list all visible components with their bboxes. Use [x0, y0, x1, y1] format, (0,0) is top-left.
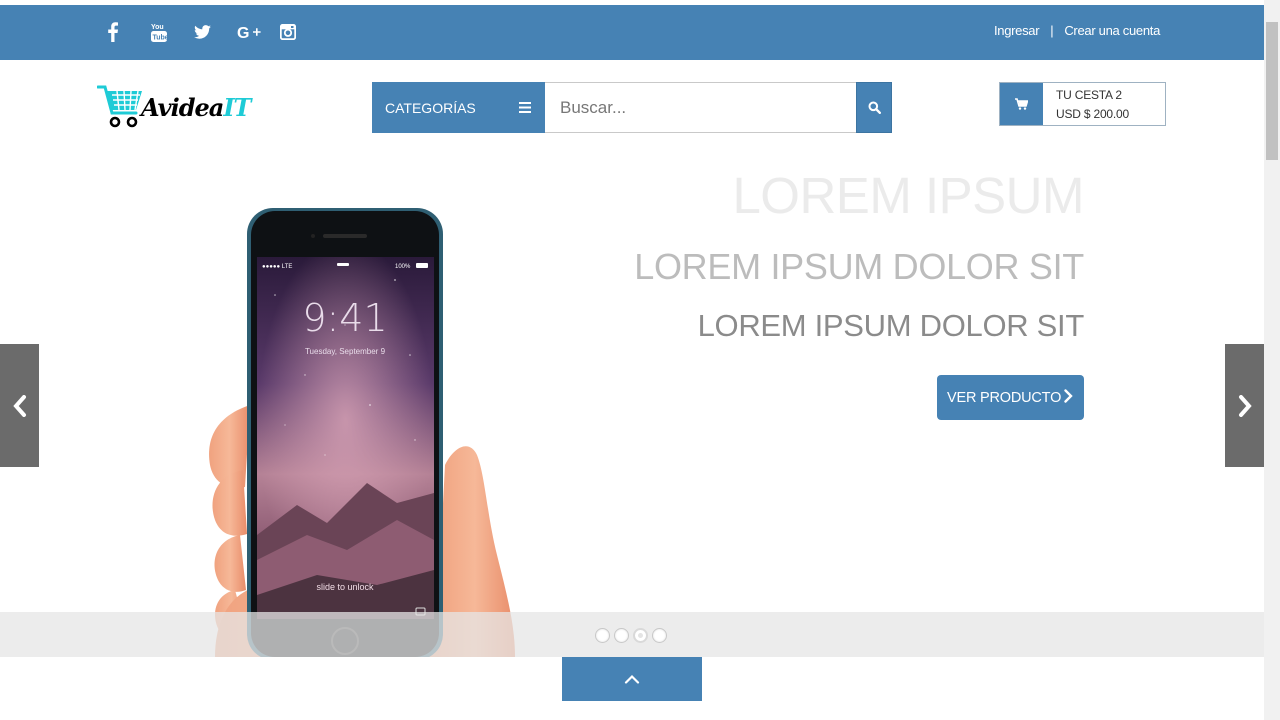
phone-time: 9:41	[302, 296, 387, 340]
slider-dot[interactable]	[614, 628, 629, 643]
chevron-up-icon	[624, 674, 640, 684]
page: You Tube G Ingresar | Crear una cuenta A…	[0, 0, 1280, 720]
phone-status-right: 100%	[395, 264, 411, 270]
search-input[interactable]	[545, 82, 856, 133]
menu-icon	[519, 102, 531, 113]
back-to-top-button[interactable]	[562, 657, 702, 701]
search-bar: CATEGORÍAS	[372, 82, 892, 133]
cta-label: VER PRODUCTO	[947, 389, 1062, 406]
slider-dot[interactable]	[595, 628, 610, 643]
top-bar: You Tube G Ingresar | Crear una cuenta	[0, 5, 1264, 60]
hero-phone-image: ●●●●● LTE 100% 9:41 Tuesday, September 9…	[195, 205, 515, 660]
hero-subtitle-2: LOREM IPSUM DOLOR SIT	[697, 308, 1085, 343]
page-scrollbar[interactable]	[1264, 0, 1280, 720]
categories-label: CATEGORÍAS	[385, 99, 476, 116]
categories-button[interactable]: CATEGORÍAS	[372, 82, 545, 133]
cart-widget[interactable]: TU CESTA 2 USD $ 200.00	[999, 82, 1166, 126]
hero-subtitle: LOREM IPSUM DOLOR SIT	[634, 246, 1084, 287]
phone-status-left: LTE	[282, 264, 293, 270]
svg-text:●●●●● LTE: ●●●●● LTE	[262, 264, 292, 270]
svg-text:G: G	[237, 25, 249, 40]
phone-date: Tuesday, September 9	[305, 347, 386, 356]
slider-next-button[interactable]	[1225, 344, 1264, 467]
slider-dots	[595, 628, 667, 643]
hero-title: LOREM IPSUM	[732, 167, 1084, 224]
cart-summary: TU CESTA 2 USD $ 200.00	[1043, 83, 1129, 125]
google-plus-icon[interactable]: G	[237, 21, 280, 43]
svg-text:Tube: Tube	[153, 35, 168, 42]
account-links: Ingresar | Crear una cuenta	[994, 23, 1160, 38]
hero-texts: LOREM IPSUM LOREM IPSUM DOLOR SIT LOREM …	[634, 168, 1084, 343]
youtube-icon[interactable]: You Tube	[151, 21, 194, 43]
logo-text: AvideaIT	[141, 92, 251, 122]
chevron-left-icon	[12, 394, 26, 417]
search-icon	[868, 101, 881, 114]
register-link[interactable]: Crear una cuenta	[1064, 23, 1160, 38]
logo-text-part2: IT	[223, 92, 251, 122]
shopping-cart-logo-icon	[97, 85, 142, 128]
ver-producto-button[interactable]: VER PRODUCTO	[937, 375, 1084, 420]
logo-text-part1: Avidea	[141, 92, 224, 122]
twitter-icon[interactable]	[194, 21, 237, 43]
phone-unlock-text: slide to unlock	[316, 582, 374, 592]
cart-icon	[1015, 98, 1028, 110]
chevron-right-icon	[1238, 394, 1252, 417]
cart-count: TU CESTA 2	[1056, 88, 1122, 102]
site-logo[interactable]: AvideaIT	[97, 81, 282, 131]
svg-text:You: You	[151, 24, 164, 31]
login-link[interactable]: Ingresar	[994, 23, 1040, 38]
slider-dot-active[interactable]	[633, 628, 648, 643]
cart-total: USD $ 200.00	[1056, 107, 1129, 121]
hero-slider: ●●●●● LTE 100% 9:41 Tuesday, September 9…	[0, 150, 1264, 660]
slider-prev-button[interactable]	[0, 344, 39, 467]
social-links: You Tube G	[108, 21, 323, 43]
instagram-icon[interactable]	[280, 21, 323, 43]
chevron-right-icon	[1064, 389, 1073, 403]
facebook-icon[interactable]	[108, 21, 151, 43]
slider-dot[interactable]	[652, 628, 667, 643]
cart-icon-box	[1000, 83, 1043, 125]
scrollbar-thumb[interactable]	[1266, 22, 1278, 160]
search-button[interactable]	[856, 82, 892, 133]
account-separator: |	[1050, 23, 1054, 38]
